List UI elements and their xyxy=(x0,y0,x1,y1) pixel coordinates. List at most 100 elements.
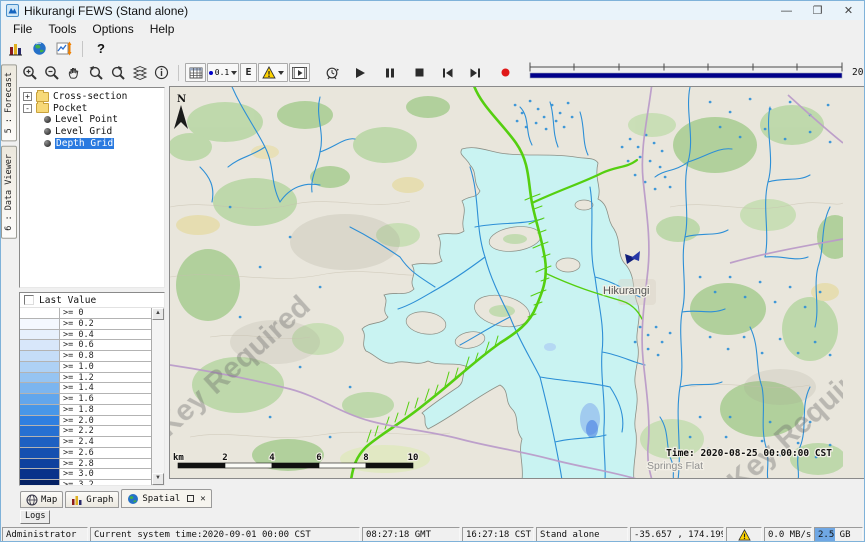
logs-button[interactable]: Logs xyxy=(20,510,50,524)
legend-swatch xyxy=(20,405,60,416)
maximize-panel-icon[interactable] xyxy=(187,495,194,502)
legend-row[interactable]: >= 0 xyxy=(20,308,151,319)
menu-file[interactable]: File xyxy=(5,22,40,36)
menu-options[interactable]: Options xyxy=(84,22,141,36)
legend-swatch xyxy=(20,383,60,394)
left-panel-column: + Cross-section - Pocket Level Point xyxy=(17,86,167,488)
bullet-icon xyxy=(44,140,51,147)
status-gmt-time: 08:27:18 GMT xyxy=(362,527,460,542)
legend-swatch xyxy=(20,437,60,448)
bullet-icon xyxy=(44,128,51,135)
status-warning-cell[interactable] xyxy=(726,527,762,542)
legend-row[interactable]: >= 2.2 xyxy=(20,426,151,437)
timeline-datetime: 2020-08-25 00:00:00 CST xyxy=(852,67,865,78)
legend-swatch xyxy=(20,340,60,351)
zoom-in-icon[interactable] xyxy=(19,63,40,82)
tab-forecast[interactable]: 5 : Forecast xyxy=(1,64,17,141)
collapse-icon[interactable]: - xyxy=(23,104,32,113)
tree-item-level-point[interactable]: Level Point xyxy=(20,114,164,126)
export-animation-button[interactable] xyxy=(289,63,310,82)
tab-data-viewer[interactable]: 6 : Data Viewer xyxy=(1,146,17,239)
app-window: Hikurangi FEWS (Stand alone) — ❐ ✕ File … xyxy=(0,0,865,542)
map-time-label: Time: 2020-08-25 00:00:00 CST xyxy=(666,448,832,459)
timeline-slider[interactable] xyxy=(527,59,845,86)
warnings-dropdown[interactable] xyxy=(258,63,288,82)
animation-clock-icon[interactable] xyxy=(321,63,342,82)
labels-button[interactable]: E xyxy=(240,63,257,82)
tab-map[interactable]: Map xyxy=(20,491,63,508)
legend-row[interactable]: >= 2.4 xyxy=(20,437,151,448)
point-icon xyxy=(209,71,213,75)
help-button[interactable]: ? xyxy=(91,41,111,56)
legend-swatch xyxy=(20,373,60,384)
legend-title: Last Value xyxy=(39,295,96,306)
tree-item-level-grid[interactable]: Level Grid xyxy=(20,126,164,138)
close-button[interactable]: ✕ xyxy=(833,1,864,20)
info-icon[interactable] xyxy=(151,63,172,82)
status-user: Administrator xyxy=(2,527,88,542)
play-button[interactable] xyxy=(349,63,370,82)
legend-row[interactable]: >= 1.2 xyxy=(20,373,151,384)
legend-row[interactable]: >= 3.0 xyxy=(20,469,151,480)
last-value-checkbox[interactable] xyxy=(24,295,34,305)
legend-scrollbar[interactable]: ▲ ▼ xyxy=(151,308,164,485)
legend-row[interactable]: >= 1.4 xyxy=(20,383,151,394)
window-title: Hikurangi FEWS (Stand alone) xyxy=(24,4,188,18)
pause-button[interactable] xyxy=(379,63,400,82)
legend-row[interactable]: >= 0.2 xyxy=(20,319,151,330)
legend-row[interactable]: >= 2.0 xyxy=(20,416,151,427)
tree-item-depth-grid[interactable]: Depth Grid xyxy=(20,137,164,149)
folder-icon xyxy=(36,103,49,113)
status-bar: Administrator Current system time:2020-0… xyxy=(1,526,864,542)
grid-icon[interactable] xyxy=(185,63,206,82)
locality-label: Springs Flat xyxy=(647,460,703,472)
tab-graph[interactable]: Graph xyxy=(65,491,119,508)
scroll-up-icon[interactable]: ▲ xyxy=(152,308,164,320)
scroll-track[interactable] xyxy=(152,320,164,473)
legend-row[interactable]: >= 1.8 xyxy=(20,405,151,416)
svg-text:N: N xyxy=(177,94,186,105)
svg-text:4: 4 xyxy=(269,453,275,463)
spatial-display-icon[interactable] xyxy=(53,39,74,58)
legend-swatch xyxy=(20,351,60,362)
scroll-down-icon[interactable]: ▼ xyxy=(152,473,164,485)
menu-tools[interactable]: Tools xyxy=(40,22,84,36)
app-logo-icon xyxy=(6,4,19,17)
zoom-previous-icon[interactable] xyxy=(85,63,106,82)
legend-row[interactable]: >= 1.0 xyxy=(20,362,151,373)
point-size-dropdown[interactable]: 0.1 xyxy=(207,63,239,82)
stop-button[interactable] xyxy=(409,63,430,82)
zoom-next-icon[interactable] xyxy=(107,63,128,82)
pan-hand-icon[interactable] xyxy=(63,63,84,82)
last-frame-button[interactable] xyxy=(465,63,486,82)
status-local-time: 16:27:18 CST xyxy=(462,527,534,542)
zoom-out-icon[interactable] xyxy=(41,63,62,82)
expand-icon[interactable]: + xyxy=(23,92,32,101)
legend-row[interactable]: >= 3.2 xyxy=(20,480,151,485)
legend-row[interactable]: >= 2.8 xyxy=(20,459,151,470)
svg-text:km: km xyxy=(173,453,184,463)
legend-row[interactable]: >= 0.8 xyxy=(20,351,151,362)
close-panel-icon[interactable]: ✕ xyxy=(200,494,205,504)
record-button[interactable] xyxy=(495,63,516,82)
legend-row[interactable]: >= 1.6 xyxy=(20,394,151,405)
warning-icon xyxy=(738,529,751,541)
globe-icon[interactable] xyxy=(29,39,50,58)
tab-spatial[interactable]: Spatial ✕ xyxy=(121,489,211,508)
layers-icon[interactable] xyxy=(129,63,150,82)
legend-row[interactable]: >= 0.4 xyxy=(20,330,151,341)
legend-swatch xyxy=(20,448,60,459)
status-memory: 2.5 GB xyxy=(814,527,863,542)
warning-icon xyxy=(262,66,276,79)
first-frame-button[interactable] xyxy=(437,63,458,82)
menu-help[interactable]: Help xyxy=(142,22,183,36)
status-system-time: Current system time:2020-09-01 00:00 CST xyxy=(90,527,360,542)
tree-item-pocket[interactable]: - Pocket xyxy=(20,103,164,115)
legend-row[interactable]: >= 0.6 xyxy=(20,340,151,351)
data-explorer-icon[interactable] xyxy=(5,39,26,58)
legend-row[interactable]: >= 2.6 xyxy=(20,448,151,459)
minimize-button[interactable]: — xyxy=(771,1,802,20)
maximize-button[interactable]: ❐ xyxy=(802,1,833,20)
left-tab-strip: 5 : Forecast 6 : Data Viewer xyxy=(1,59,17,526)
map-viewport[interactable]: API Key Required API Key Required Hikura… xyxy=(169,86,865,479)
